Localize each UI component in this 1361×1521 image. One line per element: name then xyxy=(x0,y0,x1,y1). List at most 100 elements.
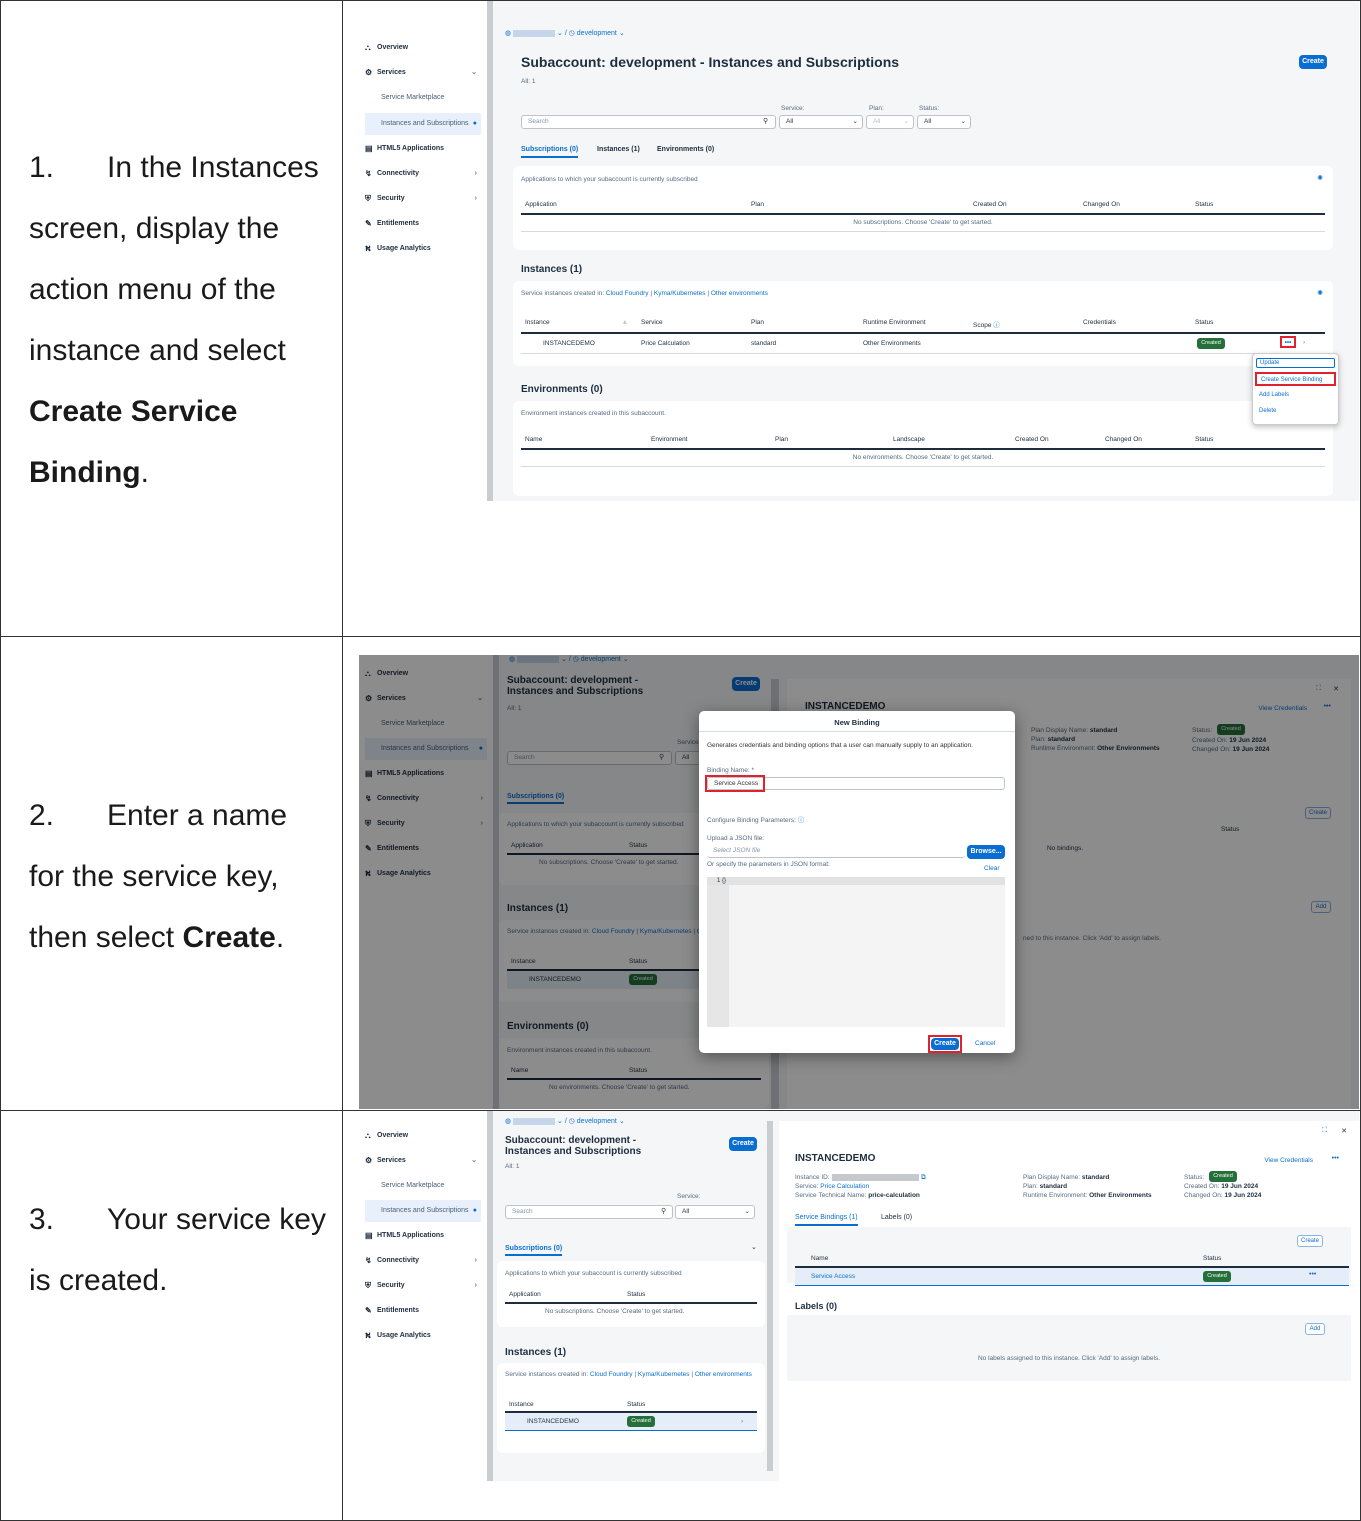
binding-row[interactable] xyxy=(795,1268,1349,1286)
services-icon: ⚙ xyxy=(365,68,373,77)
breadcrumb[interactable]: ◍ xxxxxxxxxxxx ⌄ / ◷ development ⌄ xyxy=(505,29,625,37)
tab-subscriptions[interactable]: Subscriptions (0) xyxy=(521,146,579,158)
menu-update[interactable]: Update xyxy=(1256,358,1335,368)
tab-labels[interactable]: Labels (0) xyxy=(881,1214,912,1221)
status-select[interactable]: All ⌄ xyxy=(917,115,971,129)
nav-html5[interactable]: ▤ HTML5 Applications xyxy=(365,138,481,160)
info-icon[interactable]: ⓘ xyxy=(993,322,1000,329)
create-button[interactable]: Create xyxy=(729,1137,757,1151)
search-input[interactable]: Search xyxy=(505,1205,673,1219)
nav-entitlements[interactable]: ✎ Entitlements xyxy=(365,1300,481,1322)
instance-name[interactable]: INSTANCEDEMO xyxy=(527,1418,579,1425)
nav-service-marketplace[interactable]: Service Marketplace xyxy=(365,1175,481,1197)
more-actions-icon[interactable]: ••• xyxy=(1332,1155,1339,1162)
chevron-right-icon[interactable]: › xyxy=(1303,339,1305,346)
service-select[interactable]: All ⌄ xyxy=(675,1205,755,1219)
tab-service-bindings[interactable]: Service Bindings (1) xyxy=(795,1214,858,1226)
nav-security[interactable]: ⛨ Security › xyxy=(365,1275,481,1297)
labels-area xyxy=(787,1315,1351,1381)
env-icon: ◷ xyxy=(568,1118,575,1125)
environments-card: Environment instances created in this su… xyxy=(513,401,1333,496)
other-environments-link[interactable]: Other environments xyxy=(695,1371,752,1378)
breadcrumb[interactable]: ◍ xxxxxxxxxxxx ⌄ / ◷ development ⌄ xyxy=(505,1117,625,1125)
other-environments-link[interactable]: Other environments xyxy=(711,290,768,297)
header-divider xyxy=(505,1302,757,1304)
more-actions-icon[interactable]: ••• xyxy=(1309,1271,1316,1278)
header-divider xyxy=(521,332,1325,334)
dialog-cancel-button[interactable]: Cancel xyxy=(975,1040,995,1047)
add-label-button[interactable]: Add xyxy=(1305,1323,1325,1335)
nav-instances-subscriptions[interactable]: Instances and Subscriptions ● xyxy=(365,1200,481,1222)
nav-instances-subscriptions[interactable]: Instances and Subscriptions ● xyxy=(365,113,481,135)
binding-name[interactable]: Service Access xyxy=(811,1273,855,1280)
nav-service-marketplace[interactable]: Service Marketplace xyxy=(365,87,481,109)
more-actions-icon[interactable]: ••• xyxy=(1280,336,1296,348)
create-binding-button[interactable]: Create xyxy=(1297,1235,1323,1247)
service-filter-label: Service: xyxy=(677,1193,701,1200)
step-2-text: 2. Enter a name for the service key, then… xyxy=(29,799,288,954)
instance-plan: standard xyxy=(751,340,777,347)
chevron-down-icon[interactable]: ⌄ xyxy=(751,1243,757,1251)
col-runtime: Runtime Environment xyxy=(863,319,926,326)
menu-delete[interactable]: Delete xyxy=(1259,408,1276,414)
nav-overview[interactable]: ⛬ Overview xyxy=(365,37,481,59)
col-status: Status xyxy=(1203,1255,1222,1262)
search-input[interactable]: Search xyxy=(521,115,776,129)
clear-link[interactable]: Clear xyxy=(984,865,1000,872)
json-editor[interactable]: 1 {} xyxy=(707,877,1005,1027)
col-scope: Scope ⓘ xyxy=(973,322,1000,329)
security-icon: ⛨ xyxy=(365,194,371,203)
view-credentials-link[interactable]: View Credentials xyxy=(1264,1157,1313,1164)
search-icon: ⚲ xyxy=(763,118,769,125)
create-button[interactable]: Create xyxy=(1299,55,1327,69)
kyma-link[interactable]: Kyma/Kubernetes xyxy=(638,1371,690,1378)
nav-overview[interactable]: ⛬ Overview xyxy=(365,1125,481,1147)
col-application: Application xyxy=(509,1291,541,1298)
status-badge: Created xyxy=(627,1416,655,1427)
nav-services[interactable]: ⚙ Services ⌄ xyxy=(365,62,481,84)
menu-create-service-binding[interactable]: Create Service Binding xyxy=(1255,372,1336,386)
service-select[interactable]: All ⌄ xyxy=(779,115,863,129)
header-divider xyxy=(521,213,1325,215)
settings-gear-icon[interactable]: ✺ xyxy=(1317,174,1323,182)
nav-usage-analytics[interactable]: ⛕ Usage Analytics xyxy=(365,238,481,260)
new-binding-dialog: New Binding Generates credentials and bi… xyxy=(699,711,1015,1053)
chevron-down-icon: ⌄ xyxy=(744,1208,750,1215)
instance-name[interactable]: INSTANCEDEMO xyxy=(543,340,595,347)
chevron-down-icon: ⌄ xyxy=(471,69,477,76)
kyma-link[interactable]: Kyma/Kubernetes xyxy=(654,290,706,297)
nav-connectivity[interactable]: ↯ Connectivity › xyxy=(365,1250,481,1272)
close-icon[interactable]: ✕ xyxy=(1341,1127,1347,1135)
tab-instances[interactable]: Instances (1) xyxy=(597,146,640,153)
nav-security[interactable]: ⛨ Security › xyxy=(365,188,481,210)
json-file-input[interactable]: Select JSON file xyxy=(707,845,965,858)
chevron-right-icon[interactable]: › xyxy=(741,1418,743,1425)
tab-subscriptions[interactable]: Subscriptions (0) xyxy=(505,1245,563,1256)
screenshot-instances: ⛬ Overview ⚙ Services ⌄ Service Marketplace… xyxy=(359,1,1359,501)
info-icon[interactable]: ⓘ xyxy=(798,817,805,824)
dialog-description: Generates credentials and binding option… xyxy=(707,742,973,749)
nav-html5[interactable]: ▤ HTML5 Applications xyxy=(365,1225,481,1247)
nav-services[interactable]: ⚙ Services ⌄ xyxy=(365,1150,481,1172)
environments-description: Environment instances created in this su… xyxy=(521,410,666,417)
browse-button[interactable]: Browse... xyxy=(967,845,1005,859)
runtime: Runtime Environment: Other Environments xyxy=(1023,1192,1152,1199)
connectivity-icon: ↯ xyxy=(365,169,372,178)
cloud-foundry-link[interactable]: Cloud Foundry xyxy=(590,1371,633,1378)
splitter[interactable] xyxy=(767,1121,773,1471)
instances-heading: Instances (1) xyxy=(521,264,583,275)
fullscreen-icon[interactable]: ⛶ xyxy=(1322,1127,1327,1135)
nav-connectivity[interactable]: ↯ Connectivity › xyxy=(365,163,481,185)
html5-icon: ▤ xyxy=(365,1231,373,1240)
nav-usage-analytics[interactable]: ⛕ Usage Analytics xyxy=(365,1325,481,1347)
created-on: Created On: 19 Jun 2024 xyxy=(1184,1183,1259,1190)
settings-gear-icon[interactable]: ✺ xyxy=(1317,289,1323,297)
copy-icon[interactable]: ⧉ xyxy=(921,1174,926,1181)
nav-entitlements[interactable]: ✎ Entitlements xyxy=(365,213,481,235)
cloud-foundry-link[interactable]: Cloud Foundry xyxy=(606,290,649,297)
chevron-down-icon: ⌄ xyxy=(471,1157,477,1164)
step-1-screenshot-cell: ⛬ Overview ⚙ Services ⌄ Service Marketplace… xyxy=(342,0,1361,637)
tab-environments[interactable]: Environments (0) xyxy=(657,146,714,153)
menu-add-labels[interactable]: Add Labels xyxy=(1259,392,1289,398)
json-format-label: Or specify the parameters in JSON format… xyxy=(707,861,830,868)
